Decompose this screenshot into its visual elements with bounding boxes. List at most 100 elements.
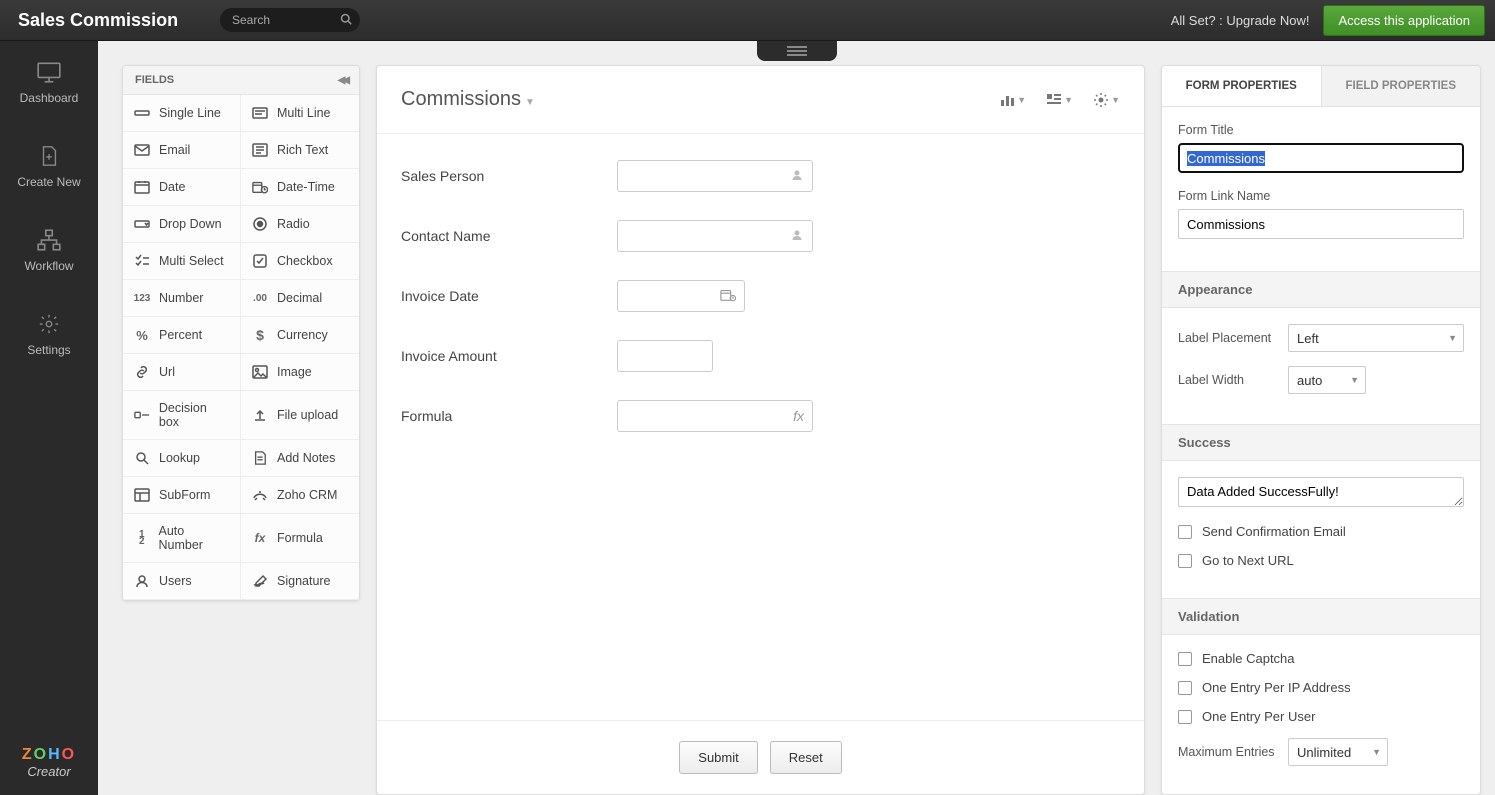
field-type-file-upload[interactable]: File upload: [241, 391, 359, 440]
formula-icon: fx: [251, 530, 269, 546]
field-type-single-line[interactable]: Single Line: [123, 95, 241, 132]
decimal-icon: .00: [251, 290, 269, 306]
reset-button[interactable]: Reset: [770, 741, 842, 774]
field-input[interactable]: [617, 280, 745, 312]
max-entries-select[interactable]: Unlimited▼: [1288, 738, 1388, 766]
multi-select-icon: [133, 253, 151, 269]
drop-down-icon: [133, 216, 151, 232]
chevron-down-icon: ▼: [1448, 333, 1457, 343]
field-label: Invoice Amount: [401, 348, 617, 364]
field-type-email[interactable]: Email: [123, 132, 241, 169]
nav-label: Dashboard: [20, 91, 79, 105]
person-icon: [790, 168, 804, 185]
nav-create-new[interactable]: Create New: [0, 125, 98, 209]
form-link-input[interactable]: [1178, 209, 1464, 239]
field-type-multi-select[interactable]: Multi Select: [123, 243, 241, 280]
single-line-icon: [133, 105, 151, 121]
properties-panel: FORM PROPERTIES FIELD PROPERTIES Form Ti…: [1161, 65, 1481, 795]
nav-settings[interactable]: Settings: [0, 293, 98, 377]
date-time-icon: [251, 179, 269, 195]
properties-tabs: FORM PROPERTIES FIELD PROPERTIES: [1162, 66, 1480, 107]
checkbox-icon: [1178, 554, 1192, 568]
field-label: Contact Name: [401, 228, 617, 244]
nav-dashboard[interactable]: Dashboard: [0, 41, 98, 125]
go-to-next-url-row[interactable]: Go to Next URL: [1178, 553, 1464, 568]
field-input[interactable]: [617, 220, 813, 252]
field-type-decimal[interactable]: .00Decimal: [241, 280, 359, 317]
percent-icon: %: [133, 327, 151, 343]
field-type-rich-text[interactable]: Rich Text: [241, 132, 359, 169]
content-area: FIELDS ◀◀ Single LineMulti LineEmailRich…: [98, 41, 1495, 795]
field-type-image[interactable]: Image: [241, 354, 359, 391]
signature-icon: [251, 573, 269, 589]
form-title-input[interactable]: [1178, 143, 1464, 173]
field-type-checkbox[interactable]: Checkbox: [241, 243, 359, 280]
date-icon: [133, 179, 151, 195]
send-confirmation-email-row[interactable]: Send Confirmation Email: [1178, 524, 1464, 539]
label-width-select[interactable]: auto▼: [1288, 366, 1366, 394]
checkbox-icon: [251, 253, 269, 269]
chevron-down-icon: ▼: [1372, 747, 1381, 757]
palette-header: FIELDS ◀◀: [123, 66, 359, 95]
email-icon: [133, 142, 151, 158]
field-type-url[interactable]: Url: [123, 354, 241, 391]
field-type-drop-down[interactable]: Drop Down: [123, 206, 241, 243]
field-type-radio[interactable]: Radio: [241, 206, 359, 243]
chart-tool[interactable]: ▼: [999, 92, 1026, 108]
settings-tool[interactable]: ▼: [1093, 92, 1120, 108]
file-upload-icon: [251, 407, 269, 423]
access-application-button[interactable]: Access this application: [1323, 5, 1485, 36]
chevron-down-icon: ▼: [525, 97, 535, 108]
upgrade-link[interactable]: All Set? : Upgrade Now!: [1171, 13, 1310, 28]
form-field-row: Invoice Amount: [401, 340, 1120, 372]
field-type-add-notes[interactable]: Add Notes: [241, 440, 359, 477]
rich-text-icon: [251, 142, 269, 158]
form-canvas: Commissions▼ ▼ ▼ ▼ Sales PersonContact N…: [376, 65, 1145, 795]
tab-field-properties[interactable]: FIELD PROPERTIES: [1322, 66, 1481, 106]
field-type-subform[interactable]: SubForm: [123, 477, 241, 514]
tab-form-properties[interactable]: FORM PROPERTIES: [1162, 66, 1322, 106]
appearance-header: Appearance: [1162, 271, 1480, 308]
label-placement-select[interactable]: Left▼: [1288, 324, 1464, 352]
one-entry-per-user-row[interactable]: One Entry Per User: [1178, 709, 1464, 724]
zoho-crm-icon: [251, 487, 269, 503]
enable-captcha-row[interactable]: Enable Captcha: [1178, 651, 1464, 666]
subform-icon: [133, 487, 151, 503]
nav-workflow[interactable]: Workflow: [0, 209, 98, 293]
person-icon: [790, 228, 804, 245]
field-type-multi-line[interactable]: Multi Line: [241, 95, 359, 132]
field-type-decision-box[interactable]: Decision box: [123, 391, 241, 440]
field-input[interactable]: [617, 340, 713, 372]
pulltab-handle[interactable]: [757, 41, 837, 61]
field-type-date-time[interactable]: Date-Time: [241, 169, 359, 206]
field-type-auto-number[interactable]: 12Auto Number: [123, 514, 241, 563]
field-type-users[interactable]: Users: [123, 563, 241, 600]
submit-button[interactable]: Submit: [679, 741, 757, 774]
number-icon: 123: [133, 290, 151, 306]
search-input[interactable]: [220, 8, 360, 32]
currency-icon: $: [251, 327, 269, 343]
field-type-lookup[interactable]: Lookup: [123, 440, 241, 477]
add-notes-icon: [251, 450, 269, 466]
field-type-date[interactable]: Date: [123, 169, 241, 206]
checkbox-icon: [1178, 652, 1192, 666]
field-type-currency[interactable]: $Currency: [241, 317, 359, 354]
field-input[interactable]: fx: [617, 400, 813, 432]
collapse-icon[interactable]: ◀◀: [338, 75, 347, 86]
app-title: Sales Commission: [0, 10, 210, 31]
field-type-signature[interactable]: Signature: [241, 563, 359, 600]
field-type-zoho-crm[interactable]: Zoho CRM: [241, 477, 359, 514]
canvas-header: Commissions▼ ▼ ▼ ▼: [377, 66, 1144, 134]
field-type-percent[interactable]: %Percent: [123, 317, 241, 354]
validation-header: Validation: [1162, 598, 1480, 635]
field-type-number[interactable]: 123Number: [123, 280, 241, 317]
layout-tool[interactable]: ▼: [1046, 92, 1073, 108]
success-message-input[interactable]: [1178, 477, 1464, 507]
one-entry-per-ip-row[interactable]: One Entry Per IP Address: [1178, 680, 1464, 695]
field-label: Formula: [401, 408, 617, 424]
field-input[interactable]: [617, 160, 813, 192]
field-type-formula[interactable]: fxFormula: [241, 514, 359, 563]
image-icon: [251, 364, 269, 380]
canvas-toolbar: ▼ ▼ ▼: [999, 92, 1120, 108]
form-title-dropdown[interactable]: Commissions▼: [401, 88, 535, 111]
